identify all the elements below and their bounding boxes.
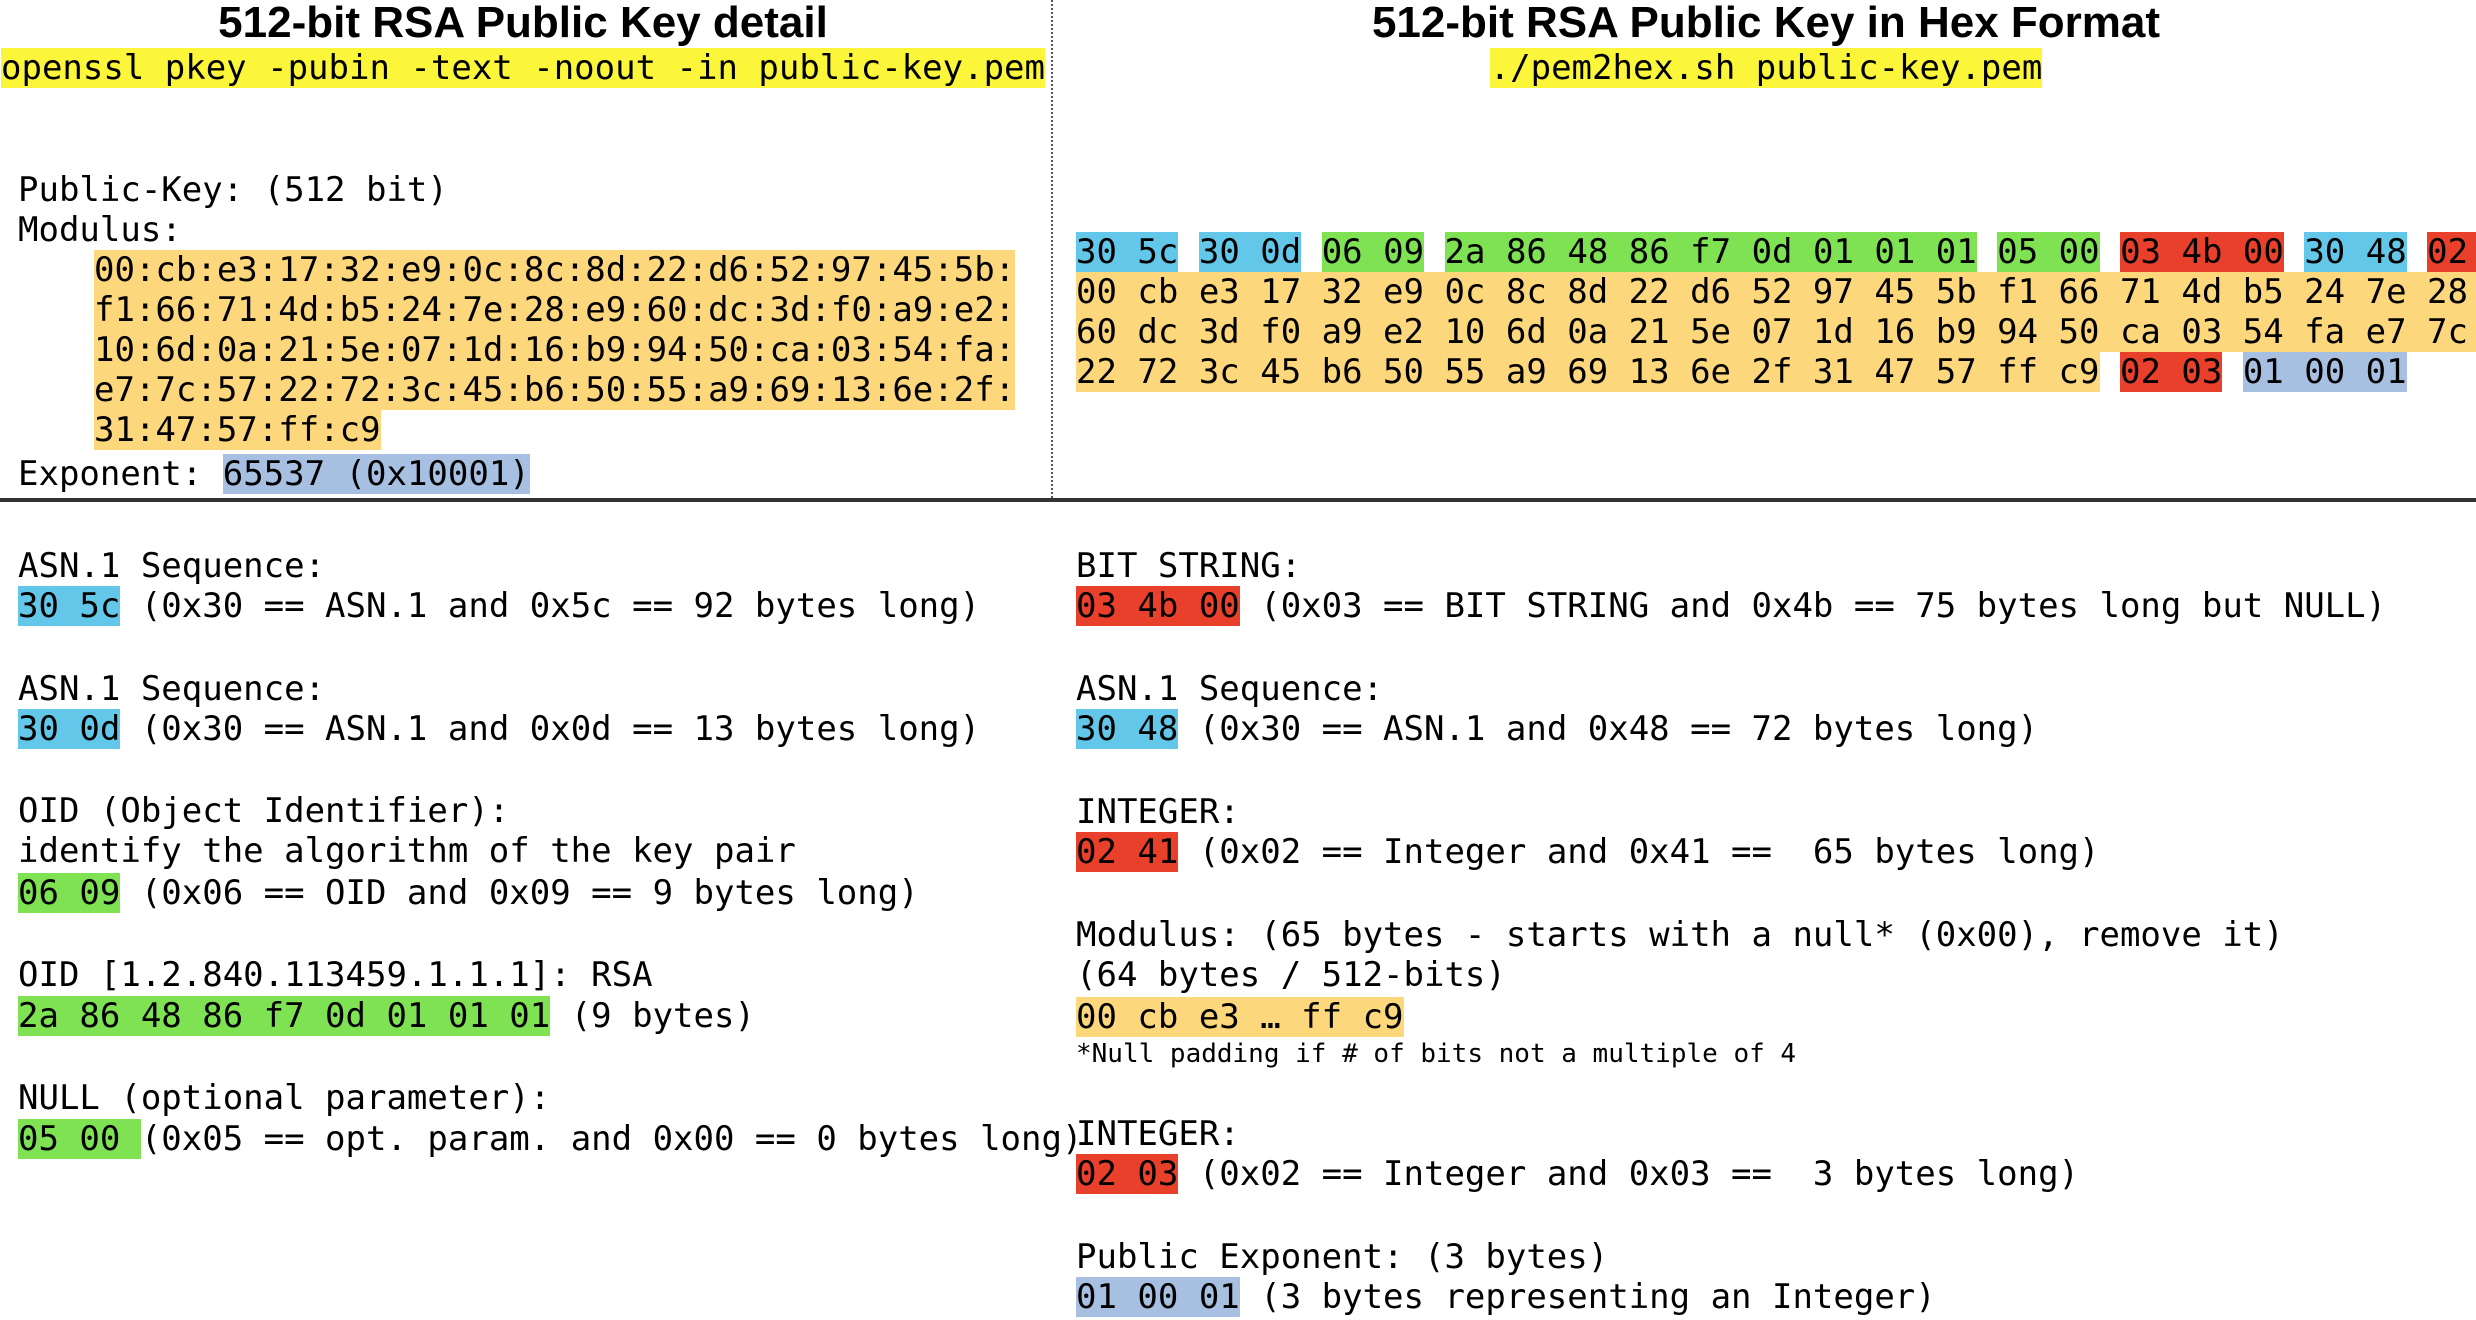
integer-label: INTEGER:: [1076, 792, 1240, 832]
section-description: (9 bytes): [550, 996, 755, 1036]
modulus-bytes: f1:66:71:4d:b5:24:7e:28:e9:60:dc:3d:f0:a…: [94, 290, 1016, 330]
hex-format-command: ./pem2hex.sh public-key.pem: [1056, 48, 2476, 88]
oid-sublabel: identify the algorithm of the key pair: [18, 831, 796, 871]
modulus-section-label: Modulus: (65 bytes - starts with a null*…: [1076, 915, 2284, 955]
asn1-sequence-label: ASN.1 Sequence:: [18, 546, 326, 586]
bit-string-row: 03 4b 00 (0x03 == BIT STRING and 0x4b ==…: [1076, 586, 2386, 626]
hex-bytes-null-param: 05 00: [1997, 232, 2100, 272]
public-key-header: Public-Key: (512 bit): [18, 170, 448, 210]
section-bytes: 00 cb e3 … ff c9: [1076, 997, 1404, 1037]
section-bytes: 06 09: [18, 873, 121, 913]
hex-bytes-oid-header: 06 09: [1321, 232, 1425, 272]
public-exponent-label: Public Exponent: (3 bytes): [1076, 1237, 1609, 1277]
exponent-label: Exponent:: [18, 454, 203, 494]
section-description: (3 bytes representing an Integer): [1239, 1277, 1936, 1317]
modulus-line: f1:66:71:4d:b5:24:7e:28:e9:60:dc:3d:f0:a…: [94, 290, 1016, 330]
hex-bytes-exponent: 01 00 01: [2242, 352, 2407, 392]
modulus-bytes: e7:7c:57:22:72:3c:45:b6:50:55:a9:69:13:6…: [94, 370, 1016, 410]
section-description: (0x30 == ASN.1 and 0x0d == 13 bytes long…: [120, 709, 981, 749]
section-bytes: 02 03: [1076, 1154, 1179, 1194]
exponent-value: 65537 (0x10001): [222, 454, 530, 494]
openssl-command: openssl pkey -pubin -text -noout -in pub…: [1, 48, 1045, 88]
oid-rsa-row: 2a 86 48 86 f7 0d 01 01 01 (9 bytes): [18, 996, 755, 1036]
section-description: (0x06 == OID and 0x09 == 9 bytes long): [120, 873, 919, 913]
section-description: (0x02 == Integer and 0x41 == 65 bytes lo…: [1178, 832, 2100, 872]
null-param-label: NULL (optional parameter):: [18, 1078, 551, 1118]
asn1-sequence-label: ASN.1 Sequence:: [18, 669, 326, 709]
pem2hex-command: ./pem2hex.sh public-key.pem: [1489, 48, 2043, 88]
section-bytes: 01 00 01: [1076, 1277, 1240, 1317]
modulus-bytes: 00:cb:e3:17:32:e9:0c:8c:8d:22:d6:52:97:4…: [94, 250, 1016, 290]
public-exponent-row: 01 00 01 (3 bytes representing an Intege…: [1076, 1277, 1936, 1317]
hex-bytes-integer: 02 03: [2119, 352, 2223, 392]
oid-rsa-label: OID [1.2.840.113459.1.1.1]: RSA: [18, 955, 653, 995]
section-bytes: 03 4b 00: [1076, 586, 1240, 626]
hex-bytes-integer: 02 41: [2427, 232, 2476, 272]
oid-label: OID (Object Identifier):: [18, 791, 510, 831]
modulus-line: 00:cb:e3:17:32:e9:0c:8c:8d:22:d6:52:97:4…: [94, 250, 1016, 290]
section-bytes: 2a 86 48 86 f7 0d 01 01 01: [18, 996, 551, 1036]
section-description: (0x30 == ASN.1 and 0x5c == 92 bytes long…: [120, 586, 981, 626]
modulus-bytes: 31:47:57:ff:c9: [94, 410, 381, 450]
modulus-line: e7:7c:57:22:72:3c:45:b6:50:55:a9:69:13:6…: [94, 370, 1016, 410]
hex-row-3: 60 dc 3d f0 a9 e2 10 6d 0a 21 5e 07 1d 1…: [1076, 312, 2476, 352]
hex-format-title: 512-bit RSA Public Key in Hex Format: [1371, 0, 2161, 47]
hex-bytes-modulus: 00 cb e3 17 32 e9 0c 8c 8d 22 d6 52 97 4…: [1076, 272, 2476, 312]
bit-string-label: BIT STRING:: [1076, 546, 1302, 586]
oid-row: 06 09 (0x06 == OID and 0x09 == 9 bytes l…: [18, 873, 919, 913]
hex-row-1: 30 5c 30 0d 06 09 2a 86 48 86 f7 0d 01 0…: [1076, 232, 2476, 272]
modulus-line: 31:47:57:ff:c9: [94, 410, 381, 450]
section-description: (0x02 == Integer and 0x03 == 3 bytes lon…: [1178, 1154, 2080, 1194]
horizontal-divider: [0, 498, 2476, 502]
modulus-label: Modulus:: [18, 210, 182, 250]
modulus-section-sublabel: (64 bytes / 512-bits): [1076, 955, 1506, 995]
asn1-sequence-label: ASN.1 Sequence:: [1076, 669, 1384, 709]
section-description: (0x05 == opt. param. and 0x00 == 0 bytes…: [140, 1119, 1083, 1159]
hex-row-4: 22 72 3c 45 b6 50 55 a9 69 13 6e 2f 31 4…: [1076, 352, 2407, 392]
section-bytes: 30 5c: [18, 586, 121, 626]
section-description: (0x03 == BIT STRING and 0x4b == 75 bytes…: [1239, 586, 2387, 626]
hex-bytes-oid-rsa: 2a 86 48 86 f7 0d 01 01 01: [1444, 232, 1977, 272]
modulus-section-row: 00 cb e3 … ff c9: [1076, 997, 1404, 1037]
exponent-line: Exponent: 65537 (0x10001): [18, 454, 530, 494]
key-detail-title: 512-bit RSA Public Key detail: [218, 0, 828, 47]
hex-bytes-modulus: 60 dc 3d f0 a9 e2 10 6d 0a 21 5e 07 1d 1…: [1076, 312, 2476, 352]
asn1-sequence-row: 30 48 (0x30 == ASN.1 and 0x48 == 72 byte…: [1076, 709, 2038, 749]
vertical-divider: [1051, 0, 1053, 498]
hex-bytes-modulus: 22 72 3c 45 b6 50 55 a9 69 13 6e 2f 31 4…: [1076, 352, 2100, 392]
section-bytes: 30 0d: [18, 709, 121, 749]
hex-row-2: 00 cb e3 17 32 e9 0c 8c 8d 22 d6 52 97 4…: [1076, 272, 2476, 312]
section-bytes: 02 41: [1076, 832, 1179, 872]
asn1-sequence-row: 30 5c (0x30 == ASN.1 and 0x5c == 92 byte…: [18, 586, 980, 626]
hex-bytes-asn1-seq: 30 0d: [1198, 232, 1302, 272]
section-bytes: 05 00: [18, 1119, 141, 1159]
hex-bytes-asn1-seq: 30 48: [2304, 232, 2407, 272]
section-bytes: 30 48: [1076, 709, 1179, 749]
hex-bytes-asn1-seq: 30 5c: [1076, 232, 1179, 272]
key-detail-command: openssl pkey -pubin -text -noout -in pub…: [0, 48, 1046, 88]
integer-row: 02 03 (0x02 == Integer and 0x03 == 3 byt…: [1076, 1154, 2079, 1194]
asn1-sequence-row: 30 0d (0x30 == ASN.1 and 0x0d == 13 byte…: [18, 709, 980, 749]
integer-label: INTEGER:: [1076, 1114, 1240, 1154]
hex-bytes-bit-string: 03 4b 00: [2120, 232, 2284, 272]
integer-row: 02 41 (0x02 == Integer and 0x41 == 65 by…: [1076, 832, 2100, 872]
section-description: (0x30 == ASN.1 and 0x48 == 72 bytes long…: [1178, 709, 2039, 749]
modulus-bytes: 10:6d:0a:21:5e:07:1d:16:b9:94:50:ca:03:5…: [94, 330, 1016, 370]
modulus-line: 10:6d:0a:21:5e:07:1d:16:b9:94:50:ca:03:5…: [94, 330, 1016, 370]
null-param-row: 05 00 (0x05 == opt. param. and 0x00 == 0…: [18, 1119, 1082, 1159]
null-padding-note: *Null padding if # of bits not a multipl…: [1076, 1039, 1797, 1069]
